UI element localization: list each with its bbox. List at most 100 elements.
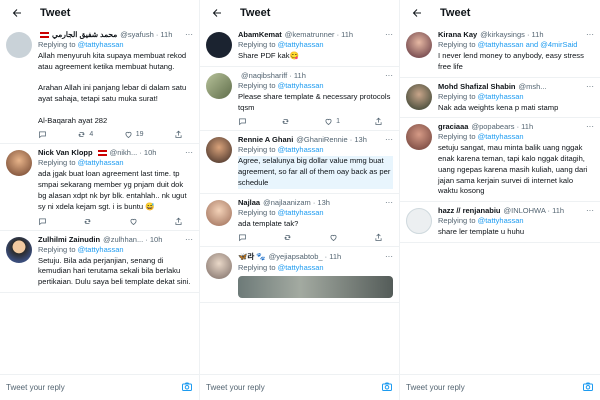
more-options-icon[interactable]: ··· <box>181 30 193 39</box>
avatar[interactable] <box>6 150 32 177</box>
handle-time: @INLOHWA · 11h <box>503 206 565 216</box>
reply-composer[interactable]: Tweet your reply <box>400 374 600 400</box>
avatar[interactable] <box>206 32 232 58</box>
avatar[interactable] <box>206 137 232 164</box>
reply-icon[interactable] <box>38 130 47 139</box>
more-options-icon[interactable]: ··· <box>381 135 393 144</box>
reply-composer[interactable]: Tweet your reply <box>0 374 199 400</box>
reply-feed[interactable]: AbamKemat @kematrunner · 11h ··· Replyin… <box>200 26 399 374</box>
share-icon[interactable] <box>374 117 383 126</box>
heart-icon[interactable] <box>129 217 138 226</box>
back-arrow-icon[interactable] <box>210 6 224 20</box>
more-options-icon[interactable]: ··· <box>181 148 193 157</box>
tweet-text: Please share template & necessary protoc… <box>238 91 391 112</box>
reply-tweet[interactable]: Mohd Shafizal Shabin @msh... ··· Replyin… <box>400 78 600 119</box>
more-options-icon[interactable]: ··· <box>381 252 393 261</box>
display-name[interactable]: AbamKemat <box>238 30 282 39</box>
top-bar: Tweet <box>200 0 399 26</box>
reply-tweet[interactable]: Rennie A Ghani @GhaniRennie · 13h ··· Re… <box>200 131 399 194</box>
reply-tweet[interactable]: @naqibshariff · 11h ··· Replying to @tat… <box>200 67 399 132</box>
camera-icon[interactable] <box>582 381 594 395</box>
reply-tweet[interactable]: graciaaa @popabears · 11h ··· Replying t… <box>400 118 600 203</box>
reply-icon[interactable] <box>238 233 247 242</box>
more-options-icon[interactable]: ··· <box>582 30 594 39</box>
attached-image[interactable] <box>238 276 393 299</box>
avatar[interactable] <box>406 124 432 151</box>
reply-input[interactable]: Tweet your reply <box>6 383 181 392</box>
reply-tweet[interactable]: 🦋라 🐾 @yejiapsabtob_ · 11h ··· Replying t… <box>200 247 399 304</box>
display-name[interactable]: Nick Van Klopp <box>38 148 93 157</box>
reply-tweet[interactable]: AbamKemat @kematrunner · 11h ··· Replyin… <box>200 26 399 67</box>
display-name[interactable]: محمد شفيق الجارمي <box>52 30 117 39</box>
reply-feed[interactable]: محمد شفيق الجارمي @syafush · 11h ··· Rep… <box>0 26 199 374</box>
more-options-icon[interactable]: ··· <box>181 235 193 244</box>
replying-to: Replying to @tattyhassan <box>438 132 524 142</box>
reply-tweet[interactable]: محمد شفيق الجارمي @syafush · 11h ··· Rep… <box>0 26 199 145</box>
more-options-icon[interactable]: ··· <box>381 71 393 80</box>
avatar[interactable] <box>6 236 32 263</box>
reply-tweet[interactable]: Najlaa @najlaanizam · 13h ··· Replying t… <box>200 194 399 248</box>
back-arrow-icon[interactable] <box>410 6 424 20</box>
display-name[interactable]: graciaaa <box>438 122 468 131</box>
display-name[interactable]: Mohd Shafizal Shabin <box>438 82 516 91</box>
avatar[interactable] <box>406 83 432 110</box>
malaysia-flag-icon <box>97 149 107 156</box>
reply-tweet[interactable]: Zulhilmi Zainudin @zulhhan... · 10h ··· … <box>0 231 199 293</box>
screenshot-collage: Tweet محمد شفيق الجارمي @syafush · 11h ·… <box>0 0 600 400</box>
handle-time: @popabears · 11h <box>471 122 534 132</box>
top-bar: Tweet <box>400 0 600 26</box>
reply-icon[interactable] <box>38 217 47 226</box>
retweet-icon[interactable] <box>281 117 290 126</box>
avatar[interactable] <box>406 208 432 235</box>
tweet-text: ada jgak buat loan agreement last time. … <box>38 169 187 211</box>
share-icon[interactable] <box>174 217 183 226</box>
display-name[interactable]: Rennie A Ghani <box>238 135 293 144</box>
avatar[interactable] <box>6 32 32 58</box>
avatar[interactable] <box>206 253 232 280</box>
tweet-text: Share PDF kak😋 <box>238 51 299 60</box>
more-options-icon[interactable]: ··· <box>582 82 594 91</box>
share-icon[interactable] <box>374 233 383 242</box>
display-name[interactable]: Najlaa <box>238 198 260 207</box>
handle-time: @msh... <box>518 81 547 91</box>
like-button[interactable]: 1 <box>324 117 340 126</box>
retweet-icon <box>78 132 86 138</box>
reply-input[interactable]: Tweet your reply <box>406 383 582 392</box>
display-name[interactable]: Zulhilmi Zainudin <box>38 235 100 244</box>
heart-icon <box>125 132 132 139</box>
display-name[interactable]: hazz // renjanabiu <box>438 206 501 215</box>
reply-feed[interactable]: Kirana Kay @kirkaysings · 11h ··· Replyi… <box>400 26 600 374</box>
retweet-icon[interactable] <box>83 217 92 226</box>
retweet-button[interactable]: 4 <box>77 130 93 139</box>
tweet-text: share ler template u huhu <box>438 227 525 237</box>
avatar[interactable] <box>206 72 232 99</box>
display-name[interactable]: 🦋라 🐾 <box>238 251 266 262</box>
tweet-actions <box>38 217 193 226</box>
malaysia-flag-icon <box>40 31 49 38</box>
reply-icon[interactable] <box>238 117 247 126</box>
reply-input[interactable]: Tweet your reply <box>206 383 381 392</box>
back-arrow-icon[interactable] <box>10 6 24 20</box>
handle-time: @zulhhan... · 10h <box>103 234 163 244</box>
reply-composer[interactable]: Tweet your reply <box>200 374 399 400</box>
share-icon[interactable] <box>174 130 183 139</box>
heart-icon[interactable] <box>329 233 338 242</box>
camera-icon[interactable] <box>181 381 193 395</box>
reply-tweet[interactable]: Nick Van Klopp @nikh... · 10h ··· Replyi… <box>0 144 199 231</box>
retweet-icon[interactable] <box>283 233 292 242</box>
handle-time: @najlaanizam · 13h <box>263 197 330 207</box>
avatar[interactable] <box>406 32 432 58</box>
replying-to: Replying to @tattyhassan <box>438 216 524 226</box>
reply-tweet[interactable]: hazz // renjanabiu @INLOHWA · 11h ··· Re… <box>400 202 600 244</box>
more-options-icon[interactable]: ··· <box>381 30 393 39</box>
more-options-icon[interactable]: ··· <box>381 198 393 207</box>
reply-tweet[interactable]: Kirana Kay @kirkaysings · 11h ··· Replyi… <box>400 26 600 78</box>
more-options-icon[interactable]: ··· <box>582 206 594 215</box>
more-options-icon[interactable]: ··· <box>582 122 594 131</box>
avatar[interactable] <box>206 199 232 226</box>
like-button[interactable]: 19 <box>124 130 144 139</box>
camera-icon[interactable] <box>381 381 393 395</box>
handle-time: @kirkaysings · 11h <box>480 30 544 39</box>
display-name[interactable]: Kirana Kay <box>438 30 477 39</box>
replying-to: Replying to @tattyhassan <box>238 80 324 90</box>
